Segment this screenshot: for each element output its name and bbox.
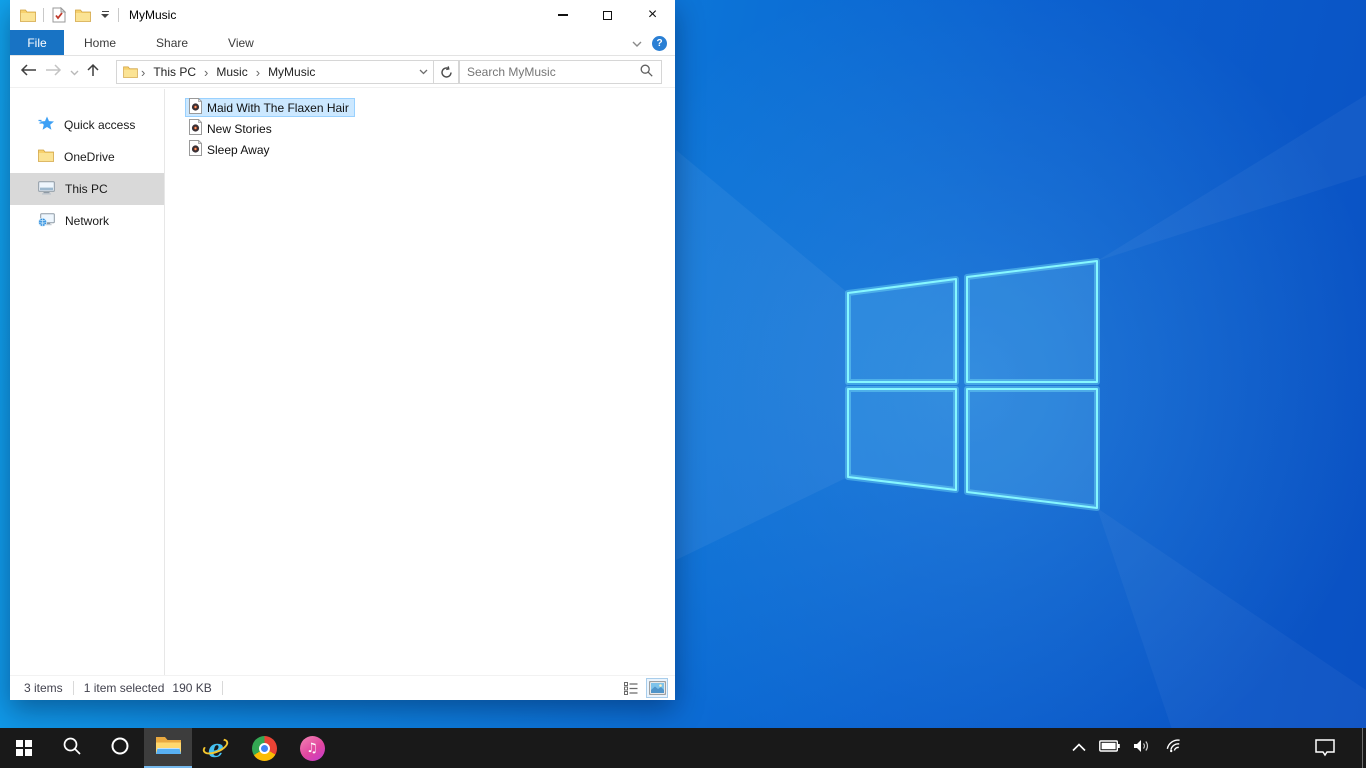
tab-share-label: Share	[156, 35, 189, 50]
back-button[interactable]	[20, 64, 37, 79]
tab-home-label: Home	[84, 35, 117, 50]
close-button[interactable]: ×	[630, 0, 675, 30]
cortana-button[interactable]	[96, 728, 144, 768]
window-title: MyMusic	[129, 8, 177, 22]
thumbnail-view-button[interactable]	[646, 678, 668, 698]
network-icon	[38, 212, 55, 230]
file-name: Maid With The Flaxen Hair	[207, 100, 349, 115]
search-input[interactable]	[467, 65, 640, 79]
divider	[43, 8, 44, 22]
minimize-button[interactable]	[540, 0, 585, 30]
taskbar-file-explorer-button[interactable]	[144, 728, 192, 768]
system-tray	[1072, 728, 1366, 768]
selection-count: 1 item selected	[83, 681, 165, 695]
window-controls: ×	[540, 0, 675, 30]
file-row-sleep-away[interactable]: Sleep Away	[185, 139, 276, 159]
search-icon	[62, 736, 82, 761]
taskbar: e ♫	[0, 728, 1366, 768]
search-box	[458, 60, 662, 84]
divider	[72, 681, 74, 695]
up-button[interactable]	[87, 63, 99, 80]
file-name: New Stories	[207, 121, 272, 136]
tab-file-label: File	[27, 35, 47, 50]
breadcrumb: › This PC › Music › MyMusic	[140, 65, 413, 80]
file-row-new-stories[interactable]: New Stories	[185, 118, 278, 138]
sidebar-item-network[interactable]: Network	[10, 205, 164, 237]
tray-chevron-up-icon[interactable]	[1072, 739, 1086, 757]
address-bar[interactable]: › This PC › Music › MyMusic	[116, 60, 434, 84]
details-view-button[interactable]	[621, 679, 641, 697]
status-bar: 3 items 1 item selected 190 KB	[10, 675, 675, 700]
maximize-button[interactable]	[585, 0, 630, 30]
breadcrumb-chevron-icon: ›	[204, 64, 209, 80]
ribbon-tab-bar: File Home Share View ?	[10, 30, 675, 56]
star-icon	[38, 116, 54, 134]
monitor-icon	[38, 180, 55, 198]
music-file-icon	[189, 139, 203, 159]
taskbar-search-button[interactable]	[48, 728, 96, 768]
location-folder-icon	[123, 66, 138, 78]
address-dropdown-chevron-icon[interactable]	[413, 61, 433, 83]
tab-view[interactable]: View	[208, 30, 274, 55]
music-file-icon	[189, 118, 203, 138]
breadcrumb-chevron-icon: ›	[141, 64, 146, 80]
navigation-toolbar: › This PC › Music › MyMusic	[10, 56, 675, 88]
file-list: Maid With The Flaxen Hair New Stories Sl…	[165, 89, 675, 675]
items-count: 3 items	[24, 681, 63, 695]
refresh-button[interactable]	[434, 60, 460, 84]
tab-view-label: View	[228, 35, 254, 50]
properties-icon[interactable]	[50, 6, 68, 24]
chrome-icon	[251, 735, 277, 761]
itunes-icon: ♫	[299, 735, 325, 761]
breadcrumb-mymusic[interactable]: MyMusic	[263, 65, 320, 79]
quick-access-toolbar: MyMusic	[10, 6, 176, 24]
tab-home[interactable]: Home	[64, 30, 136, 55]
new-folder-icon[interactable]	[74, 6, 92, 24]
breadcrumb-music[interactable]: Music	[211, 65, 252, 79]
forward-button[interactable]	[45, 64, 62, 79]
search-icon[interactable]	[640, 64, 653, 80]
file-name: Sleep Away	[207, 142, 270, 157]
internet-explorer-button[interactable]: e	[192, 728, 240, 768]
expand-ribbon-chevron-icon[interactable]	[632, 36, 642, 50]
windows-logo-icon	[16, 740, 32, 756]
explorer-folder-icon[interactable]	[19, 6, 37, 24]
navigation-pane: Quick access OneDrive This PC Network	[10, 89, 165, 675]
tab-share[interactable]: Share	[136, 30, 208, 55]
folder-icon	[38, 149, 54, 165]
breadcrumb-chevron-icon: ›	[255, 64, 261, 80]
window-body: Quick access OneDrive This PC Network Ma…	[10, 89, 675, 675]
customize-toolbar-chevron-icon[interactable]	[98, 10, 112, 20]
recent-locations-chevron-icon[interactable]	[70, 65, 79, 79]
cortana-icon	[110, 736, 130, 761]
divider	[118, 8, 119, 22]
sidebar-item-onedrive[interactable]: OneDrive	[10, 141, 164, 173]
sidebar-item-quick-access[interactable]: Quick access	[10, 109, 164, 141]
volume-icon[interactable]	[1133, 739, 1152, 758]
internet-explorer-icon: e	[200, 734, 231, 762]
file-explorer-icon	[155, 735, 182, 761]
music-file-icon	[189, 97, 203, 117]
tab-file[interactable]: File	[10, 30, 64, 55]
sidebar-item-label: This PC	[65, 182, 108, 196]
sidebar-item-label: Quick access	[64, 118, 136, 132]
show-desktop-button[interactable]	[1362, 728, 1366, 768]
sidebar-item-label: Network	[65, 214, 110, 228]
divider	[221, 681, 223, 695]
itunes-button[interactable]: ♫	[288, 728, 336, 768]
sidebar-item-label: OneDrive	[64, 150, 115, 164]
help-icon[interactable]: ?	[652, 35, 667, 51]
wifi-icon[interactable]	[1165, 738, 1184, 758]
file-explorer-window: MyMusic × File Home Share View ? › This …	[10, 0, 675, 700]
action-center-icon[interactable]	[1315, 739, 1335, 757]
start-button[interactable]	[0, 728, 48, 768]
battery-icon[interactable]	[1099, 739, 1120, 757]
selection-size: 190 KB	[172, 681, 212, 695]
title-bar[interactable]: MyMusic ×	[10, 0, 675, 30]
chrome-button[interactable]	[240, 728, 288, 768]
breadcrumb-this-pc[interactable]: This PC	[148, 65, 201, 79]
sidebar-item-this-pc[interactable]: This PC	[10, 173, 164, 205]
file-row-maid-with-the-flaxen-hair[interactable]: Maid With The Flaxen Hair	[185, 97, 355, 117]
